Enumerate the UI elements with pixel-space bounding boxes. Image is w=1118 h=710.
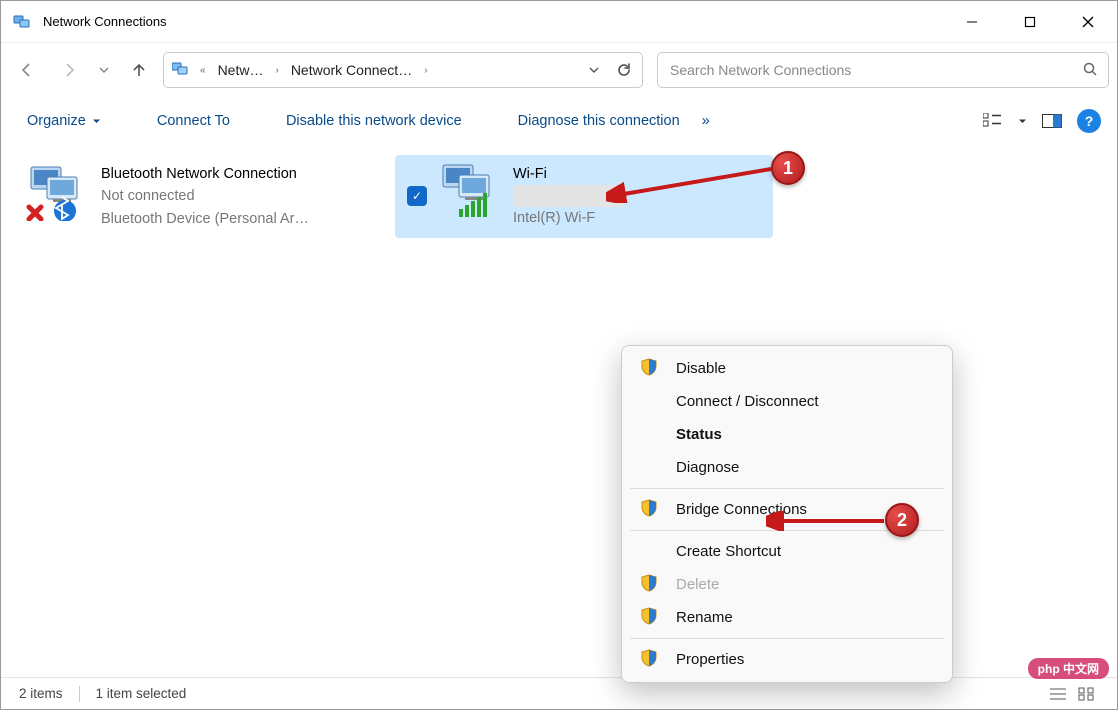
refresh-button[interactable] bbox=[610, 56, 638, 84]
item-count: 2 items bbox=[19, 686, 63, 701]
connection-name: Bluetooth Network Connection bbox=[101, 163, 387, 185]
status-bar: 2 items 1 item selected bbox=[1, 677, 1117, 709]
preview-pane-button[interactable] bbox=[1037, 106, 1067, 136]
chevron-down-icon[interactable] bbox=[1018, 117, 1027, 126]
search-icon[interactable] bbox=[1082, 61, 1098, 80]
connection-status-redacted bbox=[513, 185, 623, 207]
breadcrumb-seg1[interactable]: Netw… bbox=[212, 59, 270, 81]
nav-row: « Netw… › Network Connect… › bbox=[1, 43, 1117, 97]
connection-device: Bluetooth Device (Personal Ar… bbox=[101, 208, 387, 230]
window-title: Network Connections bbox=[43, 14, 167, 29]
large-icons-view-button[interactable] bbox=[1073, 683, 1099, 705]
content-area: Bluetooth Network Connection Not connect… bbox=[1, 145, 1117, 677]
shield-icon bbox=[640, 607, 658, 629]
label: Bridge Connections bbox=[676, 501, 807, 518]
chevron-icon: « bbox=[196, 65, 210, 76]
chevron-right-icon[interactable]: › bbox=[420, 65, 431, 76]
connection-name: Wi-Fi bbox=[513, 163, 765, 185]
chevron-right-icon[interactable]: › bbox=[271, 65, 282, 76]
minimize-button[interactable] bbox=[943, 1, 1001, 43]
view-layout-button[interactable] bbox=[978, 106, 1008, 136]
ctx-diagnose[interactable]: Diagnose bbox=[622, 451, 952, 484]
window-controls bbox=[943, 1, 1117, 43]
diagnose-command[interactable]: Diagnose this connection bbox=[508, 107, 690, 135]
connect-to-command[interactable]: Connect To bbox=[147, 107, 240, 135]
bluetooth-adapter-icon bbox=[25, 163, 91, 221]
label: Organize bbox=[27, 113, 86, 129]
watermark: php 中文网 bbox=[1028, 658, 1109, 679]
shield-icon bbox=[640, 499, 658, 521]
address-bar[interactable]: « Netw… › Network Connect… › bbox=[163, 52, 643, 88]
disable-device-command[interactable]: Disable this network device bbox=[276, 107, 472, 135]
separator bbox=[630, 638, 944, 639]
wifi-adapter-icon bbox=[437, 163, 503, 221]
ctx-connect-disconnect[interactable]: Connect / Disconnect bbox=[622, 385, 952, 418]
connection-item-bluetooth[interactable]: Bluetooth Network Connection Not connect… bbox=[17, 155, 395, 238]
separator bbox=[79, 686, 80, 702]
separator bbox=[630, 488, 944, 489]
connection-status: Not connected bbox=[101, 185, 387, 207]
chevron-more-icon[interactable]: » bbox=[696, 113, 710, 129]
maximize-button[interactable] bbox=[1001, 1, 1059, 43]
label: Diagnose this connection bbox=[518, 113, 680, 129]
shield-icon bbox=[640, 649, 658, 671]
label: Disable bbox=[676, 360, 726, 377]
app-icon bbox=[1, 13, 43, 31]
window: Network Connections bbox=[0, 0, 1118, 710]
ctx-disable[interactable]: Disable bbox=[622, 352, 952, 385]
organize-command[interactable]: Organize bbox=[17, 107, 111, 135]
recent-dropdown[interactable] bbox=[93, 52, 115, 88]
ctx-status[interactable]: Status bbox=[622, 418, 952, 451]
breadcrumb-seg2[interactable]: Network Connect… bbox=[285, 59, 418, 81]
connection-item-wifi[interactable]: ✓ Wi-Fi Intel(R) Wi-F bbox=[395, 155, 773, 238]
shield-icon bbox=[640, 358, 658, 380]
search-input[interactable] bbox=[668, 61, 1082, 79]
ctx-create-shortcut[interactable]: Create Shortcut bbox=[622, 535, 952, 568]
forward-button[interactable] bbox=[51, 52, 87, 88]
selection-count: 1 item selected bbox=[96, 686, 187, 701]
ctx-properties[interactable]: Properties bbox=[622, 643, 952, 676]
ctx-rename[interactable]: Rename bbox=[622, 601, 952, 634]
annotation-badge-1: 1 bbox=[771, 151, 805, 185]
address-dropdown[interactable] bbox=[580, 56, 608, 84]
help-button[interactable]: ? bbox=[1077, 109, 1101, 133]
command-bar: Organize Connect To Disable this network… bbox=[1, 97, 1117, 145]
close-button[interactable] bbox=[1059, 1, 1117, 43]
shield-icon bbox=[640, 574, 658, 596]
annotation-badge-2: 2 bbox=[885, 503, 919, 537]
connection-device: Intel(R) Wi-F bbox=[513, 207, 765, 229]
label: Delete bbox=[676, 576, 719, 593]
up-button[interactable] bbox=[121, 52, 157, 88]
back-button[interactable] bbox=[9, 52, 45, 88]
label: Rename bbox=[676, 609, 733, 626]
search-box[interactable] bbox=[657, 52, 1109, 88]
checkbox-checked-icon[interactable]: ✓ bbox=[407, 186, 427, 206]
connection-text: Wi-Fi Intel(R) Wi-F bbox=[513, 163, 765, 230]
label: Properties bbox=[676, 651, 744, 668]
titlebar: Network Connections bbox=[1, 1, 1117, 43]
details-view-button[interactable] bbox=[1045, 683, 1071, 705]
address-icon bbox=[168, 61, 194, 80]
connection-text: Bluetooth Network Connection Not connect… bbox=[101, 163, 387, 230]
ctx-delete: Delete bbox=[622, 568, 952, 601]
